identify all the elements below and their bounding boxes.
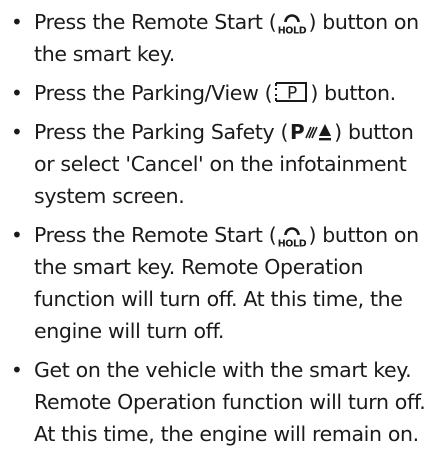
item-text-before: Press the Parking/View (	[34, 81, 273, 105]
bullet: •	[11, 81, 23, 105]
list-item: • Get on the vehicle with the smart key.…	[8, 354, 431, 450]
list-item: • Press the Parking Safety (P) button or…	[8, 116, 431, 212]
item-text: Get on the vehicle with the smart key. R…	[34, 358, 426, 446]
bullet: •	[11, 120, 23, 144]
park-letter-label: P	[287, 84, 297, 104]
item-text-after: ) button.	[310, 81, 396, 105]
parking-view-icon: P	[273, 80, 309, 104]
list-item: • Press the Parking/View ( P ) button.	[8, 77, 431, 109]
bullet: •	[11, 358, 23, 382]
instruction-list: • Press the Remote Start (HOLD) button o…	[0, 0, 439, 450]
remote-start-icon: HOLD	[277, 220, 307, 248]
remote-hold-label: HOLD	[278, 239, 307, 249]
item-text-before: Press the Remote Start (	[34, 223, 277, 247]
bullet: •	[11, 223, 23, 247]
remote-hold-label: HOLD	[278, 26, 307, 36]
list-item: • Press the Remote Start (HOLD) button o…	[8, 6, 431, 70]
list-item: • Press the Remote Start (HOLD) button o…	[8, 219, 431, 347]
parking-safety-icon: P	[289, 119, 333, 143]
remote-start-icon: HOLD	[277, 7, 307, 35]
item-text-before: Press the Remote Start (	[34, 10, 277, 34]
bullet: •	[11, 10, 23, 34]
svg-text:P: P	[290, 120, 304, 143]
item-text-before: Press the Parking Safety (	[34, 120, 289, 144]
